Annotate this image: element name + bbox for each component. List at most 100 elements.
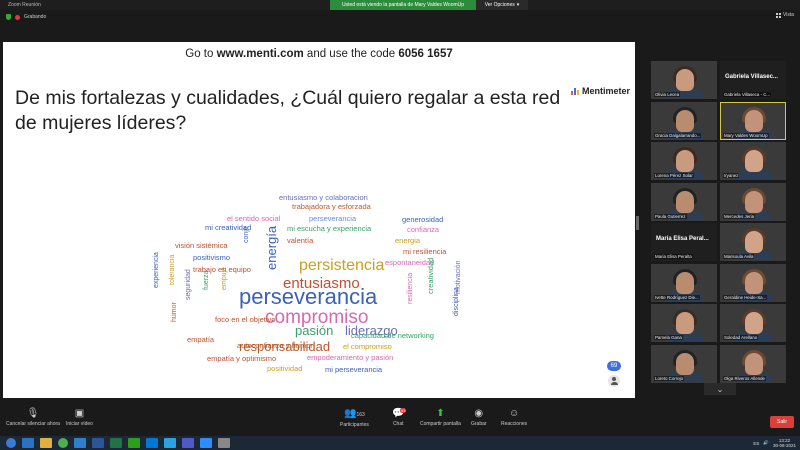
- app-icon-2[interactable]: [218, 438, 230, 448]
- word-cloud-item: el sentido social: [227, 214, 281, 223]
- exit-button[interactable]: Salir: [770, 416, 794, 428]
- participant-name: Mary Valdes WoomUp: [723, 132, 769, 138]
- record-dot-icon: [15, 14, 20, 20]
- word-cloud-item: autoconfianza y humor: [237, 341, 313, 350]
- participant-tile[interactable]: Mercedes Jeria: [720, 182, 786, 221]
- participant-tile[interactable]: Iryanez: [720, 142, 786, 180]
- participant-display-name: Maria Elisa Peral...: [656, 236, 709, 242]
- participant-name: Olga Riveros Allende: [723, 375, 767, 381]
- edge-icon[interactable]: [146, 438, 158, 448]
- word-cloud-item: capacidad de networking: [351, 331, 434, 340]
- participant-tile[interactable]: Gabriela Villasec... Gabriela Villaseca -…: [720, 61, 786, 99]
- participants-button[interactable]: 👥163 Participantes: [340, 408, 369, 429]
- window-title: Zoom Reunión: [8, 2, 41, 8]
- participant-tile[interactable]: Olivia Lecea: [651, 61, 717, 99]
- grid-view-icon: [775, 12, 781, 18]
- participant-video: [676, 150, 694, 172]
- gallery-next-button[interactable]: ⌄: [704, 383, 736, 395]
- smiley-icon: ☺: [508, 408, 520, 419]
- share-screen-icon: ⬆: [436, 408, 445, 419]
- word-cloud-item: seguridad: [185, 269, 192, 300]
- reactions-label: Reacciones: [501, 421, 528, 427]
- system-clock[interactable]: 13:22 30-08-2021: [773, 438, 796, 448]
- view-button[interactable]: Vista: [775, 12, 794, 18]
- word-cloud-item: empatía y optimismo: [207, 354, 277, 363]
- word-cloud-item: humor: [171, 302, 178, 322]
- clock-date: 30-08-2021: [772, 443, 796, 448]
- word-cloud-item: el compromiso: [343, 342, 392, 351]
- participant-tile[interactable]: Loreto Correjo: [651, 344, 717, 383]
- shield-icon: [6, 14, 11, 20]
- participant-name: Marisoula Avila: [723, 254, 755, 259]
- word-cloud-item: persistencia: [299, 257, 385, 274]
- share-screen-button[interactable]: ⬆ Compartir pantalla: [420, 408, 461, 428]
- word-cloud-item: mi escucha y experiencia: [287, 224, 372, 233]
- video-button[interactable]: ▣ Iniciar vídeo: [66, 409, 93, 428]
- participant-name: Gracia Dalgalarrando...: [654, 132, 702, 138]
- participant-name: Olivia Lecea: [654, 92, 681, 97]
- start-button-icon[interactable]: [6, 438, 16, 448]
- participant-tile[interactable]: Geraldine Heide-Sa...: [720, 263, 786, 302]
- participant-tile[interactable]: Soledad Arellano: [720, 304, 786, 342]
- user-icon: [608, 375, 620, 387]
- teams-icon[interactable]: [182, 438, 194, 448]
- participant-tile[interactable]: Lorena Pérez Solar: [651, 142, 717, 180]
- participant-tile[interactable]: Maria Elisa Peral... Maria Elisa Peralta: [651, 223, 717, 261]
- panel-resize-handle[interactable]: [636, 216, 639, 230]
- participants-count: 163: [356, 412, 365, 418]
- participant-video: [745, 231, 763, 253]
- zoom-icon[interactable]: [74, 438, 86, 448]
- word-cloud-item: entusiasmo y colaboracion: [279, 193, 368, 202]
- shared-screen: Go to www.menti.com and use the code 605…: [3, 42, 635, 398]
- chevron-down-icon: ▾: [516, 2, 520, 8]
- participant-tile[interactable]: Marisoula Avila: [720, 223, 786, 261]
- participant-name: Maria Elisa Peralta: [654, 254, 693, 259]
- zoom-active-icon[interactable]: [200, 438, 212, 448]
- word-icon[interactable]: [92, 438, 104, 448]
- participant-tile[interactable]: Pamela Gana: [651, 304, 717, 342]
- language-indicator[interactable]: ES: [753, 441, 759, 446]
- participant-name: Gabriela Villaseca - C...: [723, 92, 772, 97]
- participant-video: [676, 312, 694, 334]
- participant-name: Iryanez: [723, 173, 740, 178]
- excel-icon[interactable]: [110, 438, 122, 448]
- response-count-badge: 69: [607, 361, 621, 371]
- app-icon[interactable]: [128, 438, 140, 448]
- word-cloud-item: perseverancia: [309, 214, 357, 223]
- mute-button[interactable]: 🎙 Cancelar silenciar ahora: [6, 409, 60, 428]
- record-button[interactable]: ◉ Grabar: [471, 408, 487, 428]
- volume-icon[interactable]: 🔊: [763, 440, 769, 446]
- participants-icon: 👥163: [344, 408, 365, 419]
- participant-name: Soledad Arellano: [723, 335, 759, 340]
- word-cloud-item: positivismo: [193, 253, 231, 262]
- screen-share-banner: Usted está viendo la pantalla de Mary Va…: [330, 0, 476, 10]
- word-cloud-item: valentía: [287, 236, 314, 245]
- participant-video: [676, 190, 694, 213]
- record-icon: ◉: [474, 408, 484, 419]
- participant-tile[interactable]: Gracia Dalgalarrando...: [651, 101, 717, 140]
- participant-tile[interactable]: Paula Gutierrez: [651, 182, 717, 221]
- system-tray: ES 🔊 13:22 30-08-2021: [753, 436, 796, 450]
- view-options-button[interactable]: Ver Opciones ▾: [476, 0, 528, 10]
- mute-label: Cancelar silenciar ahora: [6, 421, 60, 427]
- word-cloud-item: perseverancia: [239, 284, 378, 309]
- participant-name: Mercedes Jeria: [723, 213, 756, 219]
- word-cloud-item: creatividad: [426, 257, 435, 294]
- participant-video: [745, 312, 763, 334]
- folder-icon[interactable]: [40, 438, 52, 448]
- word-cloud-item: empatía: [187, 335, 215, 344]
- word-cloud-item: foco en el objetivo: [215, 315, 276, 324]
- word-cloud-item: confianza: [407, 225, 440, 234]
- participant-tile[interactable]: Ivette Rodríguez Die...: [651, 263, 717, 302]
- reactions-button[interactable]: ☺ Reacciones: [501, 408, 528, 428]
- participant-video: [676, 109, 694, 132]
- chrome-icon[interactable]: [58, 438, 68, 448]
- participant-video: [745, 190, 763, 213]
- telegram-icon[interactable]: [164, 438, 176, 448]
- participant-tile[interactable]: Mary Valdes WoomUp: [720, 101, 786, 140]
- ie-icon[interactable]: [22, 438, 34, 448]
- participant-tile[interactable]: Olga Riveros Allende: [720, 344, 786, 383]
- participant-name: Geraldine Heide-Sa...: [723, 294, 768, 300]
- chat-button[interactable]: 💬 93 Chat: [392, 408, 407, 427]
- view-label: Vista: [782, 12, 794, 18]
